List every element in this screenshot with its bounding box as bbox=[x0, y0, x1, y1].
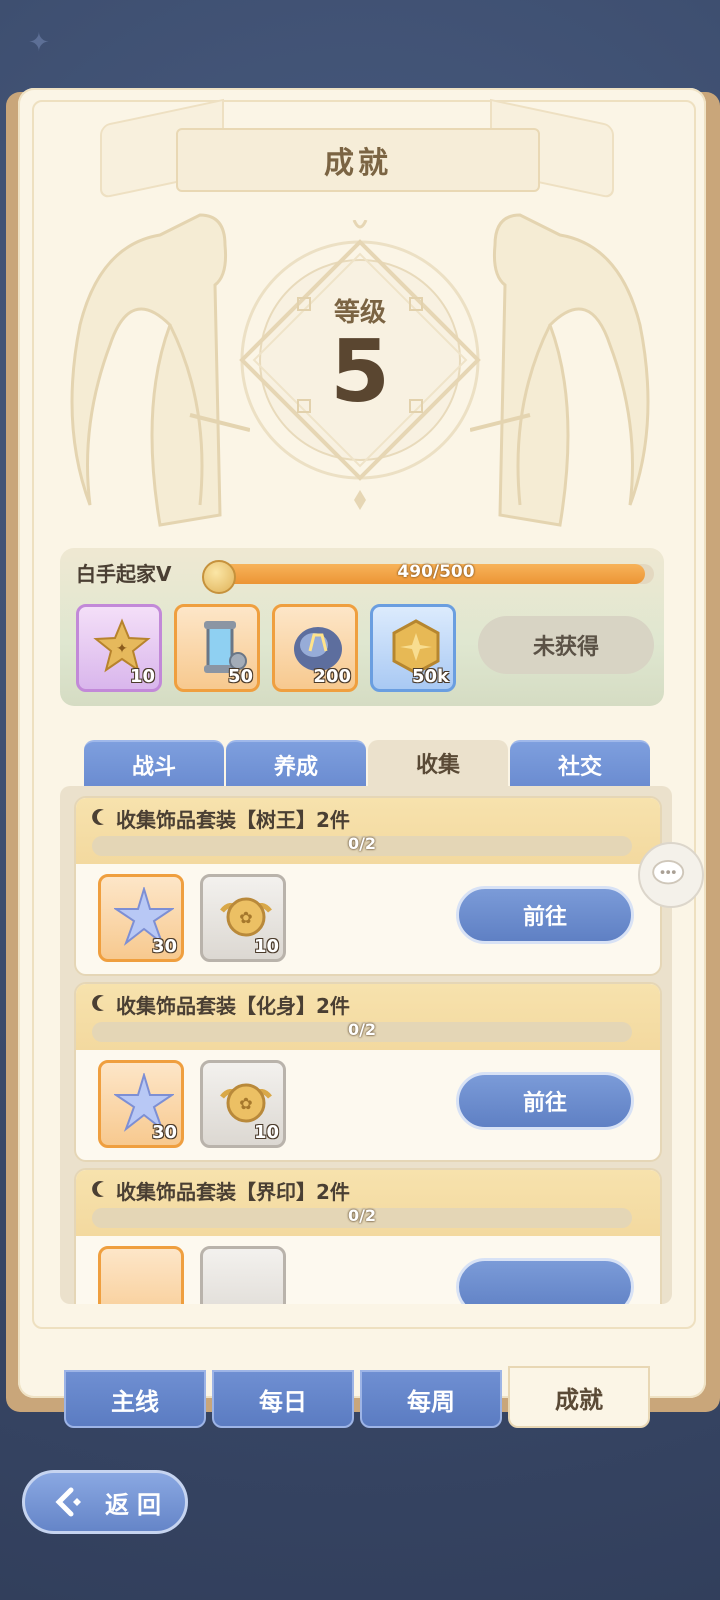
reward-item[interactable] bbox=[200, 1246, 286, 1304]
reward-qty: 30 bbox=[151, 1122, 177, 1143]
task-progress-text: 0/2 bbox=[347, 1206, 377, 1225]
tab-main-story[interactable]: 主线 bbox=[64, 1370, 206, 1428]
claim-status-button[interactable]: 未获得 bbox=[478, 616, 654, 674]
svg-text:✿: ✿ bbox=[239, 1094, 252, 1113]
rank-progress-text: 490/500 bbox=[397, 562, 475, 582]
reward-item[interactable]: 200 bbox=[272, 604, 358, 692]
rank-name: 白手起家Ⅴ bbox=[76, 562, 172, 586]
reward-item[interactable]: 50k bbox=[370, 604, 456, 692]
reward-item[interactable]: 30 bbox=[98, 1060, 184, 1148]
reward-qty: 50k bbox=[411, 666, 449, 687]
go-button[interactable]: 前往 bbox=[456, 886, 634, 944]
reward-qty: 10 bbox=[129, 666, 155, 687]
reward-item[interactable]: 30 bbox=[98, 874, 184, 962]
back-label: 返回 bbox=[105, 1491, 169, 1519]
page-title: 成就 bbox=[324, 146, 392, 181]
svg-text:✦: ✦ bbox=[116, 641, 128, 657]
sparkle-icon: ✦ bbox=[28, 28, 50, 58]
task-title: 收集饰品套装【树王】2件 bbox=[116, 808, 350, 832]
angel-statue-right-icon bbox=[470, 213, 650, 527]
task-list[interactable]: 收集饰品套装【树王】2件 0/2 30 ✿ 10 前往 收集饰品套装【化身】2件… bbox=[60, 786, 672, 1304]
svg-text:✿: ✿ bbox=[239, 908, 252, 927]
reward-item[interactable]: ✿ 10 bbox=[200, 1060, 286, 1148]
crescent-icon bbox=[92, 809, 104, 825]
reward-item[interactable] bbox=[98, 1246, 184, 1304]
reward-item[interactable]: ✦ 10 bbox=[76, 604, 162, 692]
crescent-icon bbox=[92, 995, 104, 1011]
chat-icon bbox=[652, 859, 685, 885]
tab-collect[interactable]: 收集 bbox=[368, 740, 508, 786]
task-progress-text: 0/2 bbox=[347, 1020, 377, 1039]
chat-button[interactable] bbox=[638, 842, 704, 908]
reward-qty: 200 bbox=[313, 666, 351, 687]
tab-battle[interactable]: 战斗 bbox=[84, 740, 224, 788]
task-card: 收集饰品套装【化身】2件 0/2 30 ✿ 10 前往 bbox=[74, 982, 662, 1162]
angel-statue-left-icon bbox=[70, 213, 250, 527]
reward-qty: 30 bbox=[151, 936, 177, 957]
reward-item[interactable]: 50 bbox=[174, 604, 260, 692]
reward-item[interactable]: ✿ 10 bbox=[200, 874, 286, 962]
reward-qty: 10 bbox=[253, 1122, 279, 1143]
task-card: 收集饰品套装【树王】2件 0/2 30 ✿ 10 前往 bbox=[74, 796, 662, 976]
tab-social[interactable]: 社交 bbox=[510, 740, 650, 788]
go-button[interactable] bbox=[456, 1258, 634, 1304]
title-banner: 成就 bbox=[176, 128, 540, 192]
task-title: 收集饰品套装【界印】2件 bbox=[116, 1180, 350, 1204]
task-progress-text: 0/2 bbox=[347, 834, 377, 853]
task-title: 收集饰品套装【化身】2件 bbox=[116, 994, 350, 1018]
reward-qty: 10 bbox=[253, 936, 279, 957]
task-card: 收集饰品套装【界印】2件 0/2 bbox=[74, 1168, 662, 1304]
tab-weekly[interactable]: 每周 bbox=[360, 1370, 502, 1428]
level-value: 5 bbox=[330, 322, 390, 422]
tab-growth[interactable]: 养成 bbox=[226, 740, 366, 788]
tab-daily[interactable]: 每日 bbox=[212, 1370, 354, 1428]
reward-qty: 50 bbox=[227, 666, 253, 687]
tab-achievements[interactable]: 成就 bbox=[508, 1366, 650, 1428]
crescent-icon bbox=[92, 1181, 104, 1197]
go-button[interactable]: 前往 bbox=[456, 1072, 634, 1130]
back-arrow-icon bbox=[55, 1487, 81, 1517]
back-button[interactable]: 返回 bbox=[22, 1470, 188, 1534]
